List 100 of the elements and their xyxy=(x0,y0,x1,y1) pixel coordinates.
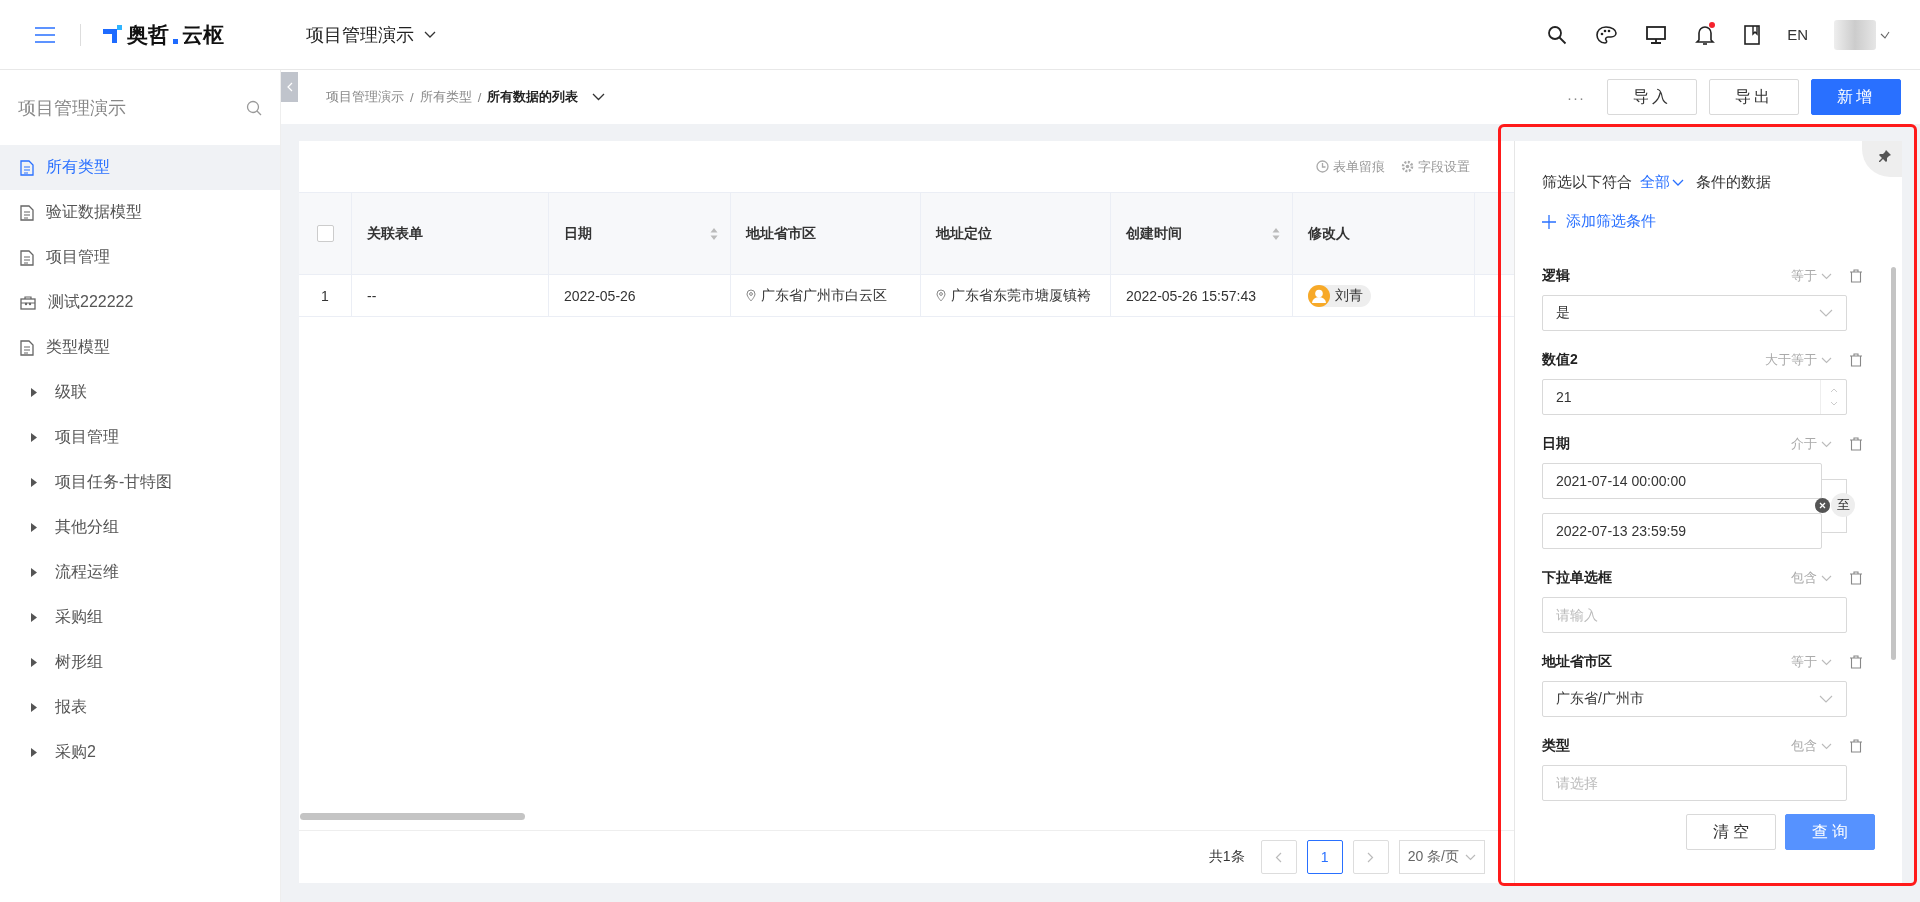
document-icon xyxy=(20,339,34,356)
input-field[interactable]: 请选择 xyxy=(1542,765,1847,801)
column-header: 日期 xyxy=(549,193,731,274)
clear-button[interactable]: 清 空 xyxy=(1686,814,1776,850)
filter-intro-text: 筛选以下符合 xyxy=(1542,173,1632,192)
trash-icon[interactable] xyxy=(1850,269,1862,283)
trash-icon[interactable] xyxy=(1850,571,1862,585)
caret-right-icon xyxy=(31,523,37,532)
pin-icon xyxy=(1878,149,1892,163)
condition-label: 下拉单选框 xyxy=(1542,569,1612,587)
match-mode-dropdown[interactable]: 全部 xyxy=(1640,173,1684,192)
bell-icon[interactable] xyxy=(1695,23,1716,46)
plus-icon xyxy=(1542,214,1556,229)
caret-right-icon xyxy=(31,388,37,397)
app-switcher[interactable]: 项目管理演示 xyxy=(306,22,436,47)
page-size-select[interactable]: 20 条/页 xyxy=(1398,840,1485,874)
caret-right-icon xyxy=(31,433,37,442)
breadcrumb-item[interactable]: 所有类型 xyxy=(419,88,472,106)
sort-icon[interactable] xyxy=(710,226,718,241)
more-button[interactable]: ··· xyxy=(1567,88,1585,106)
caret-right-icon xyxy=(31,703,37,712)
vertical-scrollbar[interactable] xyxy=(1891,267,1896,661)
sidebar-item[interactable]: 树形组 xyxy=(0,640,280,685)
sidebar-item[interactable]: 项目管理 xyxy=(0,415,280,460)
menu-icon[interactable] xyxy=(35,26,55,43)
clear-icon[interactable] xyxy=(1815,498,1830,513)
location-pin-icon xyxy=(746,289,756,302)
sidebar-item[interactable]: 所有类型 xyxy=(0,145,280,190)
sidebar-item[interactable]: 报表 xyxy=(0,685,280,730)
trash-icon[interactable] xyxy=(1850,655,1862,669)
monitor-icon[interactable] xyxy=(1645,24,1668,45)
chevron-down-icon xyxy=(424,30,436,39)
sidebar-title: 项目管理演示 xyxy=(18,96,126,120)
clock-icon xyxy=(1316,160,1329,173)
column-header: 地址定位 xyxy=(921,193,1111,274)
sort-icon[interactable] xyxy=(1272,226,1280,241)
sidebar-item[interactable]: 级联 xyxy=(0,370,280,415)
chevron-down-icon xyxy=(1821,658,1832,666)
sidebar-item[interactable]: 流程运维 xyxy=(0,550,280,595)
input-field[interactable]: 请输入 xyxy=(1542,597,1847,633)
search-icon[interactable] xyxy=(1547,24,1568,45)
caret-right-icon xyxy=(31,568,37,577)
palette-icon[interactable] xyxy=(1595,24,1618,45)
range-separator: 至 xyxy=(1831,493,1855,517)
column-header: 地址省市区 xyxy=(731,193,921,274)
chevron-down-icon xyxy=(1819,695,1833,703)
language-button[interactable]: EN xyxy=(1787,26,1808,43)
breadcrumb-item[interactable]: 所有数据的列表 xyxy=(487,88,579,106)
page-button[interactable]: 1 xyxy=(1306,840,1343,874)
sidebar-item[interactable]: 测试222222 xyxy=(0,280,280,325)
column-header: 关联表单 xyxy=(352,193,549,274)
condition-label: 日期 xyxy=(1542,435,1570,453)
sidebar-item[interactable]: 其他分组 xyxy=(0,505,280,550)
breadcrumb-item[interactable]: 项目管理演示 xyxy=(326,88,404,106)
chevron-down-icon xyxy=(1821,742,1832,750)
table-cell: 广东省东莞市塘厦镇袴 xyxy=(936,286,1091,305)
breadcrumb-separator: / xyxy=(410,89,414,105)
action-button[interactable]: 导入 xyxy=(1607,79,1697,115)
sidebar-item[interactable]: 类型模型 xyxy=(0,325,280,370)
end-date-field[interactable]: 2022-07-13 23:59:59 xyxy=(1542,513,1822,549)
chevron-left-icon xyxy=(286,82,293,92)
sidebar-item[interactable]: 采购组 xyxy=(0,595,280,640)
select-field[interactable]: 是 xyxy=(1542,295,1847,331)
chevron-down-icon[interactable] xyxy=(1880,30,1890,39)
horizontal-scrollbar[interactable] xyxy=(300,813,525,820)
caret-right-icon xyxy=(31,658,37,667)
document-icon xyxy=(20,204,34,221)
pin-button[interactable] xyxy=(1862,141,1902,177)
trash-icon[interactable] xyxy=(1850,437,1862,451)
toolbox-icon xyxy=(20,295,36,310)
condition-label: 类型 xyxy=(1542,737,1570,755)
caret-right-icon xyxy=(31,613,37,622)
trash-icon[interactable] xyxy=(1850,739,1862,753)
sidebar-item[interactable]: 验证数据模型 xyxy=(0,190,280,235)
action-button[interactable]: 导出 xyxy=(1709,79,1799,115)
chevron-down-icon xyxy=(1672,178,1684,187)
table-cell: 广东省广州市白云区 xyxy=(746,286,887,305)
action-button[interactable]: 新增 xyxy=(1811,79,1901,115)
table-cell: 2022-05-26 xyxy=(564,287,636,304)
table-cell: -- xyxy=(367,287,377,304)
condition-label: 地址省市区 xyxy=(1542,653,1612,671)
condition-label: 数值2 xyxy=(1542,351,1578,369)
chevron-down-icon[interactable] xyxy=(592,93,606,101)
chevron-down-icon xyxy=(1465,853,1476,861)
sidebar-item[interactable]: 项目管理 xyxy=(0,235,280,280)
caret-right-icon xyxy=(31,748,37,757)
gear-icon xyxy=(1401,160,1414,173)
select-all-checkbox[interactable] xyxy=(316,225,334,242)
caret-right-icon xyxy=(31,478,37,487)
breadcrumb-separator: / xyxy=(477,89,482,105)
bookmark-icon[interactable] xyxy=(1743,23,1762,46)
sidebar-item[interactable]: 项目任务-甘特图 xyxy=(0,460,280,505)
add-filter-button[interactable]: 添加筛选条件 xyxy=(1542,212,1656,231)
row-number: 1 xyxy=(299,275,352,316)
select-field[interactable]: 广东省/广州市 xyxy=(1542,681,1847,717)
chevron-down-icon xyxy=(1819,309,1833,317)
chevron-down-icon xyxy=(1821,440,1832,448)
trash-icon[interactable] xyxy=(1850,353,1862,367)
start-date-field[interactable]: 2021-07-14 00:00:00 xyxy=(1542,463,1822,499)
sidebar-item[interactable]: 采购2 xyxy=(0,730,280,775)
